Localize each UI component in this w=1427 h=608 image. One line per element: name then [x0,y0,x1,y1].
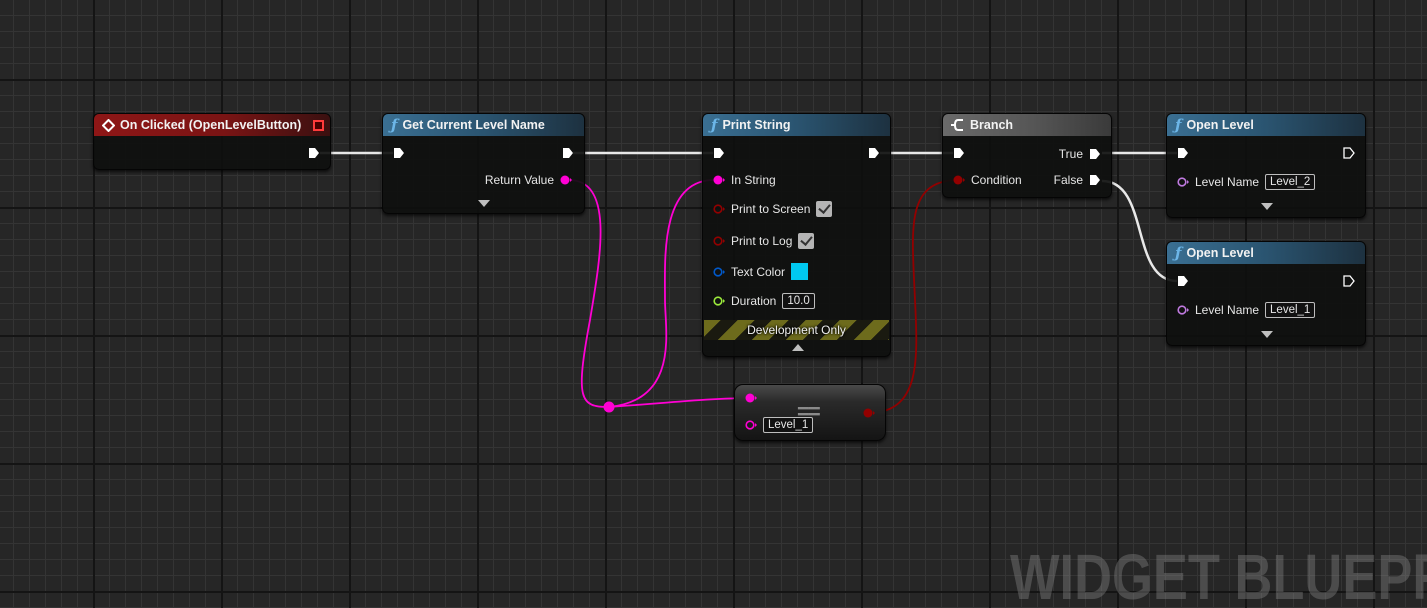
advanced-pins-expand-icon[interactable] [478,200,490,207]
open-level-1-exec-out[interactable] [1343,147,1355,159]
level-name-pin-row-2[interactable]: Level Name Level_1 [1177,302,1316,318]
text-color-swatch[interactable] [791,263,809,280]
get-current-level-name-node[interactable]: ƒ Get Current Level Name Return Value [382,113,585,214]
print-to-screen-checkbox[interactable] [816,201,833,217]
on-clicked-header[interactable]: On Clicked (OpenLevelButton) [94,114,330,136]
false-label: False [1053,173,1083,187]
open-level-node-2[interactable]: ƒ Open Level Level Name Level_1 [1166,241,1366,346]
exec-pin-icon[interactable] [713,147,725,159]
true-label: True [1058,147,1083,161]
print-to-log-label: Print to Log [731,234,793,248]
open-level-node-1[interactable]: ƒ Open Level Level Name Level_2 [1166,113,1366,218]
return-value-pin-row[interactable]: Return Value [485,173,572,187]
print-to-screen-label: Print to Screen [731,202,811,216]
on-clicked-node[interactable]: On Clicked (OpenLevelButton) [93,113,331,170]
print-string-exec-in[interactable] [713,147,725,159]
print-string-title: Print String [722,118,791,132]
function-icon: ƒ [391,116,398,134]
exec-pin-icon[interactable] [1177,147,1189,159]
duration-label: Duration [731,294,777,308]
bool-pin-icon[interactable] [953,174,965,186]
on-clicked-title: On Clicked (OpenLevelButton) [120,118,302,132]
exec-pin-icon[interactable] [562,147,574,159]
development-only-banner: Development Only [704,320,889,340]
branch-exec-in[interactable] [953,147,965,159]
print-string-header[interactable]: ƒ Print String [703,114,890,136]
branch-header[interactable]: Branch [943,114,1111,136]
in-string-label: In String [731,173,776,187]
open-level-title-1: Open Level [1186,118,1254,132]
string-pin-icon[interactable] [560,174,572,186]
float-pin-icon[interactable] [713,295,725,307]
on-clicked-exec-out[interactable] [308,147,320,159]
function-icon: ƒ [1175,244,1182,262]
get-current-level-name-title: Get Current Level Name [402,118,545,132]
false-pin-row[interactable]: False [1054,173,1101,187]
open-level-header-2[interactable]: ƒ Open Level [1167,242,1365,264]
open-level-title-2: Open Level [1186,246,1254,260]
level-name-input-2[interactable]: Level_1 [1265,302,1316,318]
open-level-header-1[interactable]: ƒ Open Level [1167,114,1365,136]
text-color-label: Text Color [731,264,786,279]
exec-pin-icon[interactable] [868,147,880,159]
exec-pin-icon[interactable] [953,147,965,159]
string-pin-outline-icon[interactable] [745,419,757,431]
open-level-1-exec-in[interactable] [1177,147,1189,159]
text-color-pin-row[interactable]: Text Color [713,263,809,280]
branch-title: Branch [970,118,1014,132]
true-pin-row[interactable]: True [1059,147,1101,161]
level-name-input-1[interactable]: Level_2 [1265,174,1316,190]
condition-pin-row[interactable]: Condition [953,173,1022,187]
exec-pin-outline-icon[interactable] [1343,147,1355,159]
name-pin-icon[interactable] [1177,176,1189,188]
print-to-log-pin-row[interactable]: Print to Log [713,233,815,249]
equal-output-row[interactable] [863,407,875,419]
duration-input[interactable]: 10.0 [782,293,815,309]
bool-pin-icon[interactable] [863,407,875,419]
function-icon: ƒ [711,116,718,134]
exec-pin-icon[interactable] [1177,275,1189,287]
print-to-log-checkbox[interactable] [798,233,815,249]
advanced-pins-expand-icon[interactable] [1261,203,1273,210]
branch-node[interactable]: Branch Condition True False [942,113,1112,198]
print-to-screen-pin-row[interactable]: Print to Screen [713,201,833,217]
equal-input-b-value[interactable]: Level_1 [763,417,814,433]
equal-input-a-row[interactable] [745,392,757,404]
in-string-pin-row[interactable]: In String [713,173,776,187]
level-name-label-1: Level Name [1195,175,1260,189]
bool-pin-icon[interactable] [713,235,725,247]
equal-input-b-row[interactable]: Level_1 [745,417,814,433]
open-level-2-exec-in[interactable] [1177,275,1189,287]
advanced-pins-collapse-icon[interactable] [792,344,804,351]
level-name-pin-row-1[interactable]: Level Name Level_2 [1177,174,1316,190]
return-value-label: Return Value [484,173,554,187]
print-string-node[interactable]: ƒ Print String In String Print to Screen… [702,113,891,357]
development-only-label: Development Only [747,323,846,337]
function-icon: ƒ [1175,116,1182,134]
condition-label: Condition [971,173,1022,187]
equal-string-node[interactable]: == Level_1 [734,384,886,441]
branch-icon [951,119,963,131]
duration-pin-row[interactable]: Duration 10.0 [713,293,815,309]
get-level-exec-out[interactable] [562,147,574,159]
exec-pin-icon[interactable] [308,147,320,159]
graph-watermark: WIDGET BLUEPRINT [1010,541,1427,608]
level-name-label-2: Level Name [1195,303,1260,317]
open-level-2-exec-out[interactable] [1343,275,1355,287]
get-level-exec-in[interactable] [393,147,405,159]
advanced-pins-expand-icon[interactable] [1261,331,1273,338]
exec-pin-outline-icon[interactable] [1343,275,1355,287]
print-string-exec-out[interactable] [868,147,880,159]
get-current-level-name-header[interactable]: ƒ Get Current Level Name [383,114,584,136]
name-pin-icon[interactable] [1177,304,1189,316]
event-diamond-icon [102,118,115,132]
exec-pin-icon[interactable] [1089,148,1101,160]
exec-pin-icon[interactable] [1089,174,1101,186]
bool-pin-icon[interactable] [713,203,725,215]
struct-pin-icon[interactable] [713,266,725,278]
exec-pin-icon[interactable] [393,147,405,159]
string-pin-icon[interactable] [713,174,725,186]
string-pin-icon[interactable] [745,392,757,404]
delegate-pin-icon[interactable] [313,119,324,131]
